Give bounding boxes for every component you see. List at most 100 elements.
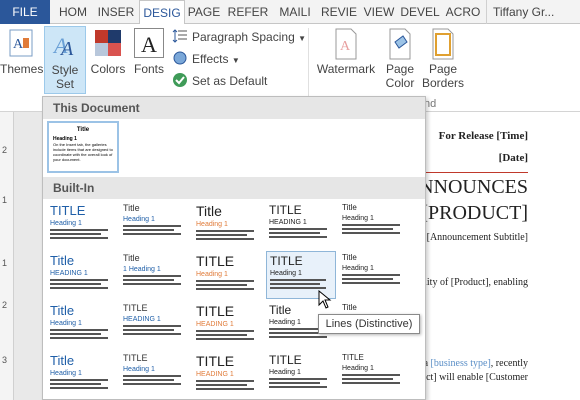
paragraph-spacing-button[interactable]: Paragraph Spacing ▼ bbox=[172, 26, 306, 48]
tab-view[interactable]: VIEW bbox=[362, 0, 396, 24]
thumb-heading: Heading 1 bbox=[342, 264, 374, 272]
effects-button[interactable]: Effects ▼ bbox=[172, 48, 240, 70]
ruler-number: 1 bbox=[2, 258, 8, 268]
tab-mailings[interactable]: MAILI bbox=[274, 0, 316, 24]
announcement-subtitle[interactable]: [Announcement Subtitle] bbox=[427, 232, 528, 243]
style-set-thumbnail[interactable]: TITLE Heading 1 bbox=[47, 201, 117, 249]
thumb-text-line bbox=[342, 377, 394, 380]
divider-line bbox=[425, 172, 528, 173]
business-type-field[interactable]: [business type] bbox=[431, 358, 491, 369]
tab-references[interactable]: REFER bbox=[224, 0, 272, 24]
style-set-thumbnail[interactable]: TITLE Heading 1 bbox=[120, 351, 190, 399]
style-set-thumbnail[interactable]: TITLE HEADING 1 bbox=[120, 301, 190, 349]
watermark-button[interactable]: A Watermark bbox=[314, 26, 378, 92]
thumb-heading: HEADING 1 bbox=[196, 321, 234, 329]
thumb-text-line bbox=[342, 227, 394, 230]
thumb-text-line bbox=[196, 334, 248, 337]
tab-home[interactable]: HOM bbox=[54, 0, 92, 24]
body-text-line[interactable]: bility of [Product], enabling bbox=[416, 277, 528, 288]
style-set-thumbnail[interactable]: TITLE Heading 1 bbox=[266, 351, 336, 399]
thumb-heading: HEADING 1 bbox=[196, 371, 234, 379]
product-heading[interactable]: [PRODUCT] bbox=[421, 202, 528, 225]
current-style-thumbnail[interactable]: Title Heading 1 On the Insert tab, the g… bbox=[47, 121, 119, 173]
themes-icon: A bbox=[7, 28, 35, 58]
thumb-title: Title bbox=[50, 353, 75, 368]
page-color-button[interactable]: Page Color bbox=[380, 26, 420, 96]
fonts-button[interactable]: A Fonts bbox=[130, 26, 168, 92]
thumb-title: Title bbox=[50, 303, 75, 318]
thumb-text-line bbox=[50, 337, 108, 340]
svg-text:A: A bbox=[340, 39, 351, 54]
style-set-thumbnail[interactable]: TITLE HEADING 1 bbox=[193, 301, 263, 349]
style-set-thumbnail[interactable]: Title HEADING 1 bbox=[47, 251, 117, 299]
thumb-text-line bbox=[123, 282, 181, 285]
checkmark-circle-icon bbox=[172, 72, 188, 88]
thumb-text-line bbox=[196, 330, 254, 333]
thumb-text-line bbox=[123, 278, 175, 281]
thumb-title: TITLE bbox=[196, 353, 235, 369]
thumb-text-line bbox=[269, 232, 321, 235]
thumb-heading: Heading 1 bbox=[342, 214, 374, 222]
colors-button[interactable]: Colors bbox=[88, 26, 128, 92]
style-set-thumbnail[interactable]: Title 1 Heading 1 bbox=[120, 251, 190, 299]
thumb-title: Title bbox=[342, 253, 357, 262]
tooltip: Lines (Distinctive) bbox=[318, 314, 420, 334]
thumb-title: TITLE bbox=[342, 353, 364, 362]
set-as-default-button[interactable]: Set as Default bbox=[172, 70, 267, 92]
thumb-text-line bbox=[50, 233, 102, 236]
thumb-heading: Heading 1 bbox=[196, 271, 228, 279]
themes-button[interactable]: A Themes bbox=[0, 26, 43, 92]
thumb-title: TITLE bbox=[270, 254, 303, 268]
page-borders-label-line2: Borders bbox=[422, 76, 465, 90]
thumb-text-line bbox=[342, 381, 400, 384]
thumb-title: TITLE bbox=[196, 253, 235, 269]
style-set-thumbnail[interactable]: TITLE HEADING 1 bbox=[193, 351, 263, 399]
page-color-label-line1: Page bbox=[385, 62, 415, 76]
thumb-text-line bbox=[196, 388, 254, 391]
style-set-thumbnail[interactable]: TITLE Heading 1 bbox=[339, 351, 409, 399]
effects-icon bbox=[172, 50, 188, 66]
effects-label: Effects bbox=[192, 52, 229, 66]
thumb-title: TITLE bbox=[196, 303, 235, 319]
style-set-thumbnail[interactable]: TITLE HEADING 1 bbox=[266, 201, 336, 249]
page-borders-icon bbox=[430, 28, 456, 60]
style-set-thumbnail[interactable]: Title Heading 1 bbox=[339, 201, 409, 249]
thumb-text-line bbox=[196, 280, 254, 283]
body-text-line[interactable]: a [business type], recently bbox=[424, 358, 528, 369]
tab-developer[interactable]: DEVEL bbox=[398, 0, 442, 24]
style-set-thumbnail[interactable]: Title Heading 1 bbox=[47, 351, 117, 399]
style-set-button[interactable]: AA Style Set bbox=[44, 26, 86, 94]
tab-insert[interactable]: INSER bbox=[94, 0, 138, 24]
thumb-title: Title bbox=[76, 127, 90, 133]
thumb-text-line bbox=[123, 378, 175, 381]
for-release-text[interactable]: For Release [Time] bbox=[439, 130, 528, 142]
tab-page-layout[interactable]: PAGE bbox=[186, 0, 222, 24]
page-borders-button[interactable]: Page Borders bbox=[422, 26, 464, 96]
svg-text:A: A bbox=[141, 32, 157, 57]
thumb-text-line bbox=[270, 287, 326, 290]
tab-acrobat[interactable]: ACRO bbox=[444, 0, 482, 24]
body-text-fragment: , recently bbox=[490, 358, 528, 369]
thumb-text-line bbox=[50, 287, 108, 290]
tab-review[interactable]: REVIE bbox=[318, 0, 360, 24]
tab-design[interactable]: DESIG bbox=[139, 0, 185, 25]
thumb-heading: Heading 1 bbox=[342, 364, 374, 372]
style-set-thumbnail[interactable]: Title Heading 1 bbox=[47, 301, 117, 349]
thumb-text-line bbox=[50, 229, 108, 232]
style-set-thumbnail[interactable]: Title Heading 1 bbox=[339, 251, 409, 299]
thumb-text-line bbox=[269, 332, 321, 335]
thumb-text-line bbox=[270, 279, 326, 282]
thumb-text-line bbox=[123, 224, 181, 227]
thumb-text-line bbox=[342, 231, 400, 234]
tab-file[interactable]: FILE bbox=[0, 0, 50, 24]
thumb-heading: Heading 1 bbox=[270, 270, 302, 278]
style-set-thumbnail[interactable]: TITLE Heading 1 bbox=[193, 251, 263, 299]
style-set-thumbnail[interactable]: Title Heading 1 bbox=[193, 201, 263, 249]
style-set-thumbnail[interactable]: Title Heading 1 bbox=[120, 201, 190, 249]
ruler-number: 1 bbox=[2, 195, 8, 205]
thumb-heading: Heading 1 bbox=[123, 365, 155, 373]
date-text[interactable]: [Date] bbox=[499, 152, 528, 164]
thumb-heading: Heading 1 bbox=[196, 221, 228, 229]
user-account-name[interactable]: Tiffany Gr... bbox=[486, 0, 580, 24]
document-page[interactable]: For Release [Time] [Date] ANNOUNCES [PRO… bbox=[405, 112, 580, 400]
